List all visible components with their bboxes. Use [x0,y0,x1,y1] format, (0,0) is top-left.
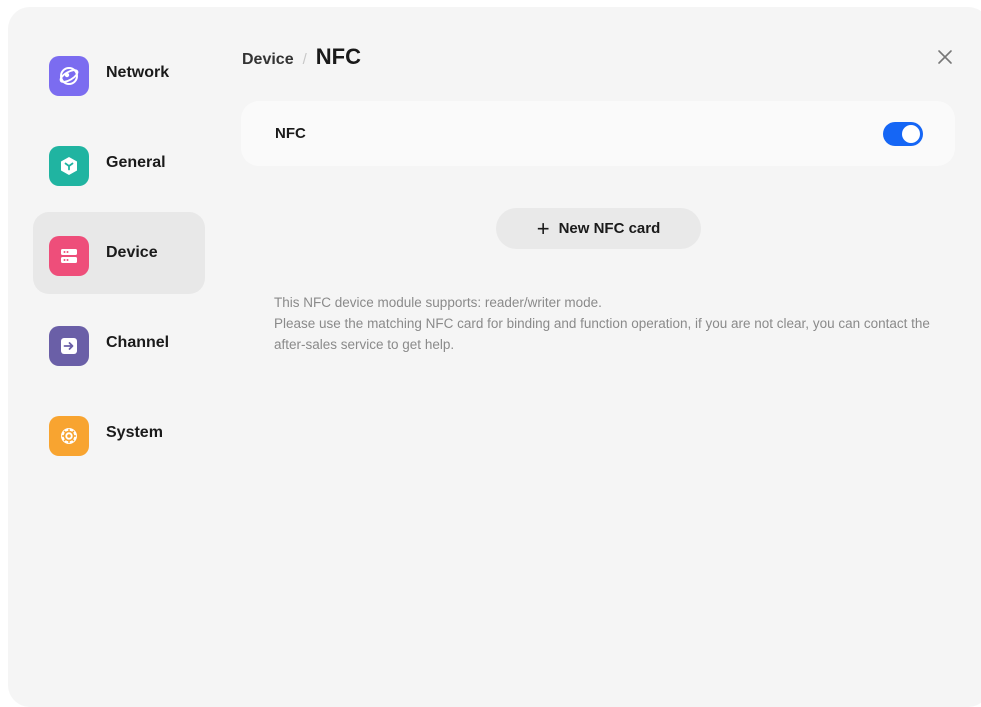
breadcrumb-separator: / [302,51,307,68]
nfc-toggle[interactable] [883,122,923,146]
nfc-setting-label: NFC [275,125,306,142]
sidebar-item-system[interactable]: System [33,392,205,474]
cube-icon [49,146,89,186]
page-title: NFC [315,44,361,69]
help-text-line: This NFC device module supports: reader/… [274,295,602,310]
breadcrumb-parent[interactable]: Device [242,51,294,69]
breadcrumb: Device / NFC [242,44,361,70]
close-icon [938,50,952,64]
plus-icon: + [536,215,550,241]
sidebar-item-channel[interactable]: Channel [33,302,205,384]
new-nfc-card-button[interactable]: + New NFC card [496,208,701,249]
sidebar-item-label: Channel [106,334,170,351]
sidebar-item-network[interactable]: Network [33,32,205,114]
nfc-help-text: This NFC device module supports: reader/… [274,292,954,355]
input-icon [49,326,89,366]
close-button[interactable] [934,46,956,68]
sidebar-item-label: Network [106,64,170,81]
settings-icon [49,416,89,456]
sidebar-item-general[interactable]: General [33,122,205,204]
nfc-setting-card: NFC [241,101,955,166]
device-icon [49,236,89,276]
new-nfc-card-label: New NFC card [558,220,661,237]
sidebar: Network General Device Channel System [33,32,205,482]
sidebar-item-device[interactable]: Device [33,212,205,294]
globe-icon [49,56,89,96]
sidebar-item-label: Device [106,244,158,261]
help-text-line: Please use the matching NFC card for bin… [274,316,930,352]
sidebar-item-label: System [106,424,163,441]
sidebar-item-label: General [106,154,166,171]
toggle-knob [902,125,920,143]
